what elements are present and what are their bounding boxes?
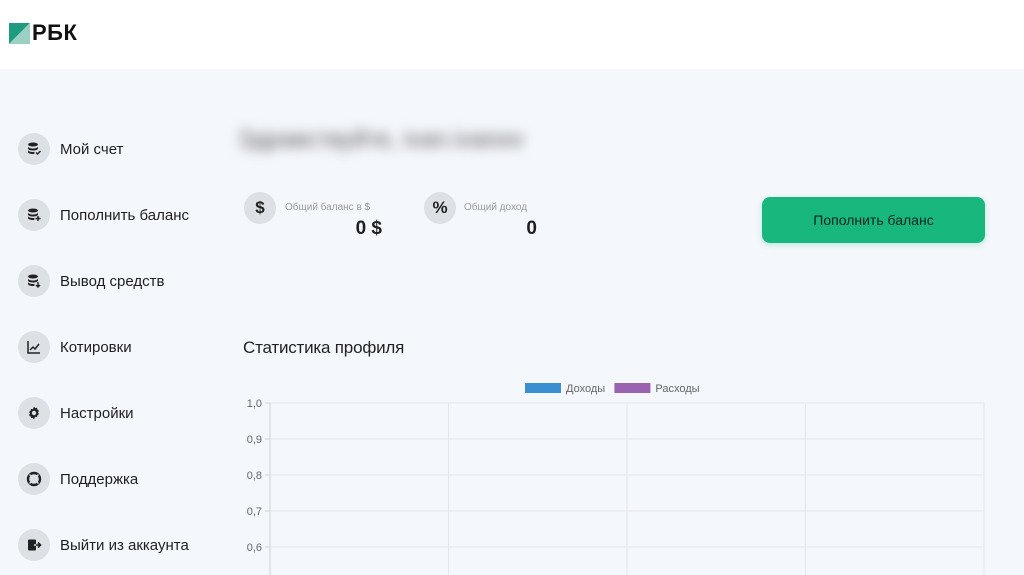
- logo-text: РБК: [32, 20, 78, 45]
- sidebar-item-label: Выйти из аккаунта: [60, 536, 189, 554]
- total-income-title: Общий доход: [464, 202, 528, 213]
- total-balance-value: 0 $: [355, 218, 382, 239]
- legend-swatch-0: [525, 383, 561, 393]
- dollar-icon: $: [244, 192, 276, 224]
- greeting-text: Здравствуйте, ivan.ivanov: [238, 126, 524, 153]
- lifebuoy-icon: [18, 463, 50, 495]
- total-income-value: 0: [526, 218, 537, 239]
- percent-icon: %: [424, 192, 456, 224]
- sidebar-item-settings[interactable]: Настройки: [18, 396, 218, 430]
- y-tick-label-4: 0,6: [247, 542, 262, 554]
- sidebar-item-label: Мой счет: [60, 140, 124, 158]
- sidebar-item-quotes[interactable]: Котировки: [18, 330, 218, 364]
- total-income-stat: % Общий доход 0: [424, 192, 540, 248]
- legend-swatch-1: [614, 383, 651, 393]
- wallet-coins-icon: [18, 133, 50, 165]
- sidebar-item-label: Котировки: [60, 338, 132, 356]
- sidebar-item-label: Пополнить баланс: [60, 206, 189, 224]
- profile-statistics-chart: Доходы Расходы 1,0 0,9 0,8 0,7 0,6: [247, 383, 985, 575]
- coins-add-icon: [18, 199, 50, 231]
- sidebar-item-top-up[interactable]: Пополнить баланс: [18, 198, 218, 232]
- legend-label-0: Доходы: [566, 383, 605, 395]
- logout-icon: [18, 529, 50, 561]
- sidebar-item-my-account[interactable]: Мой счет: [18, 132, 218, 166]
- top-up-balance-button[interactable]: Пополнить баланс: [762, 197, 985, 243]
- sidebar-item-label: Поддержка: [60, 470, 139, 488]
- sidebar-item-logout[interactable]: Выйти из аккаунта: [18, 528, 218, 562]
- gear-icon: [18, 397, 50, 429]
- sidebar-item-withdraw[interactable]: Вывод средств: [18, 264, 218, 298]
- greeting-heading: Здравствуйте, ivan.ivanov: [238, 118, 528, 162]
- y-tick-label-2: 0,8: [247, 470, 262, 482]
- y-tick-label-3: 0,7: [247, 506, 262, 518]
- sidebar-item-label: Настройки: [60, 404, 134, 422]
- top-bar: РБК: [0, 0, 1024, 69]
- coins-withdraw-icon: [18, 265, 50, 297]
- rbc-logo[interactable]: РБК: [9, 21, 77, 45]
- total-balance-title: Общий баланс в $: [285, 202, 371, 213]
- sidebar-item-label: Вывод средств: [60, 272, 165, 290]
- y-tick-label-0: 1,0: [247, 398, 262, 410]
- sidebar-item-support[interactable]: Поддержка: [18, 462, 218, 496]
- logo-mark-icon: [9, 22, 30, 44]
- total-balance-stat: $ Общий баланс в $ 0 $: [244, 192, 384, 248]
- legend-label-1: Расходы: [655, 383, 699, 395]
- profile-statistics-title: Статистика профиля: [243, 338, 405, 357]
- y-tick-label-1: 0,9: [247, 434, 262, 446]
- chart-trend-icon: [18, 331, 50, 363]
